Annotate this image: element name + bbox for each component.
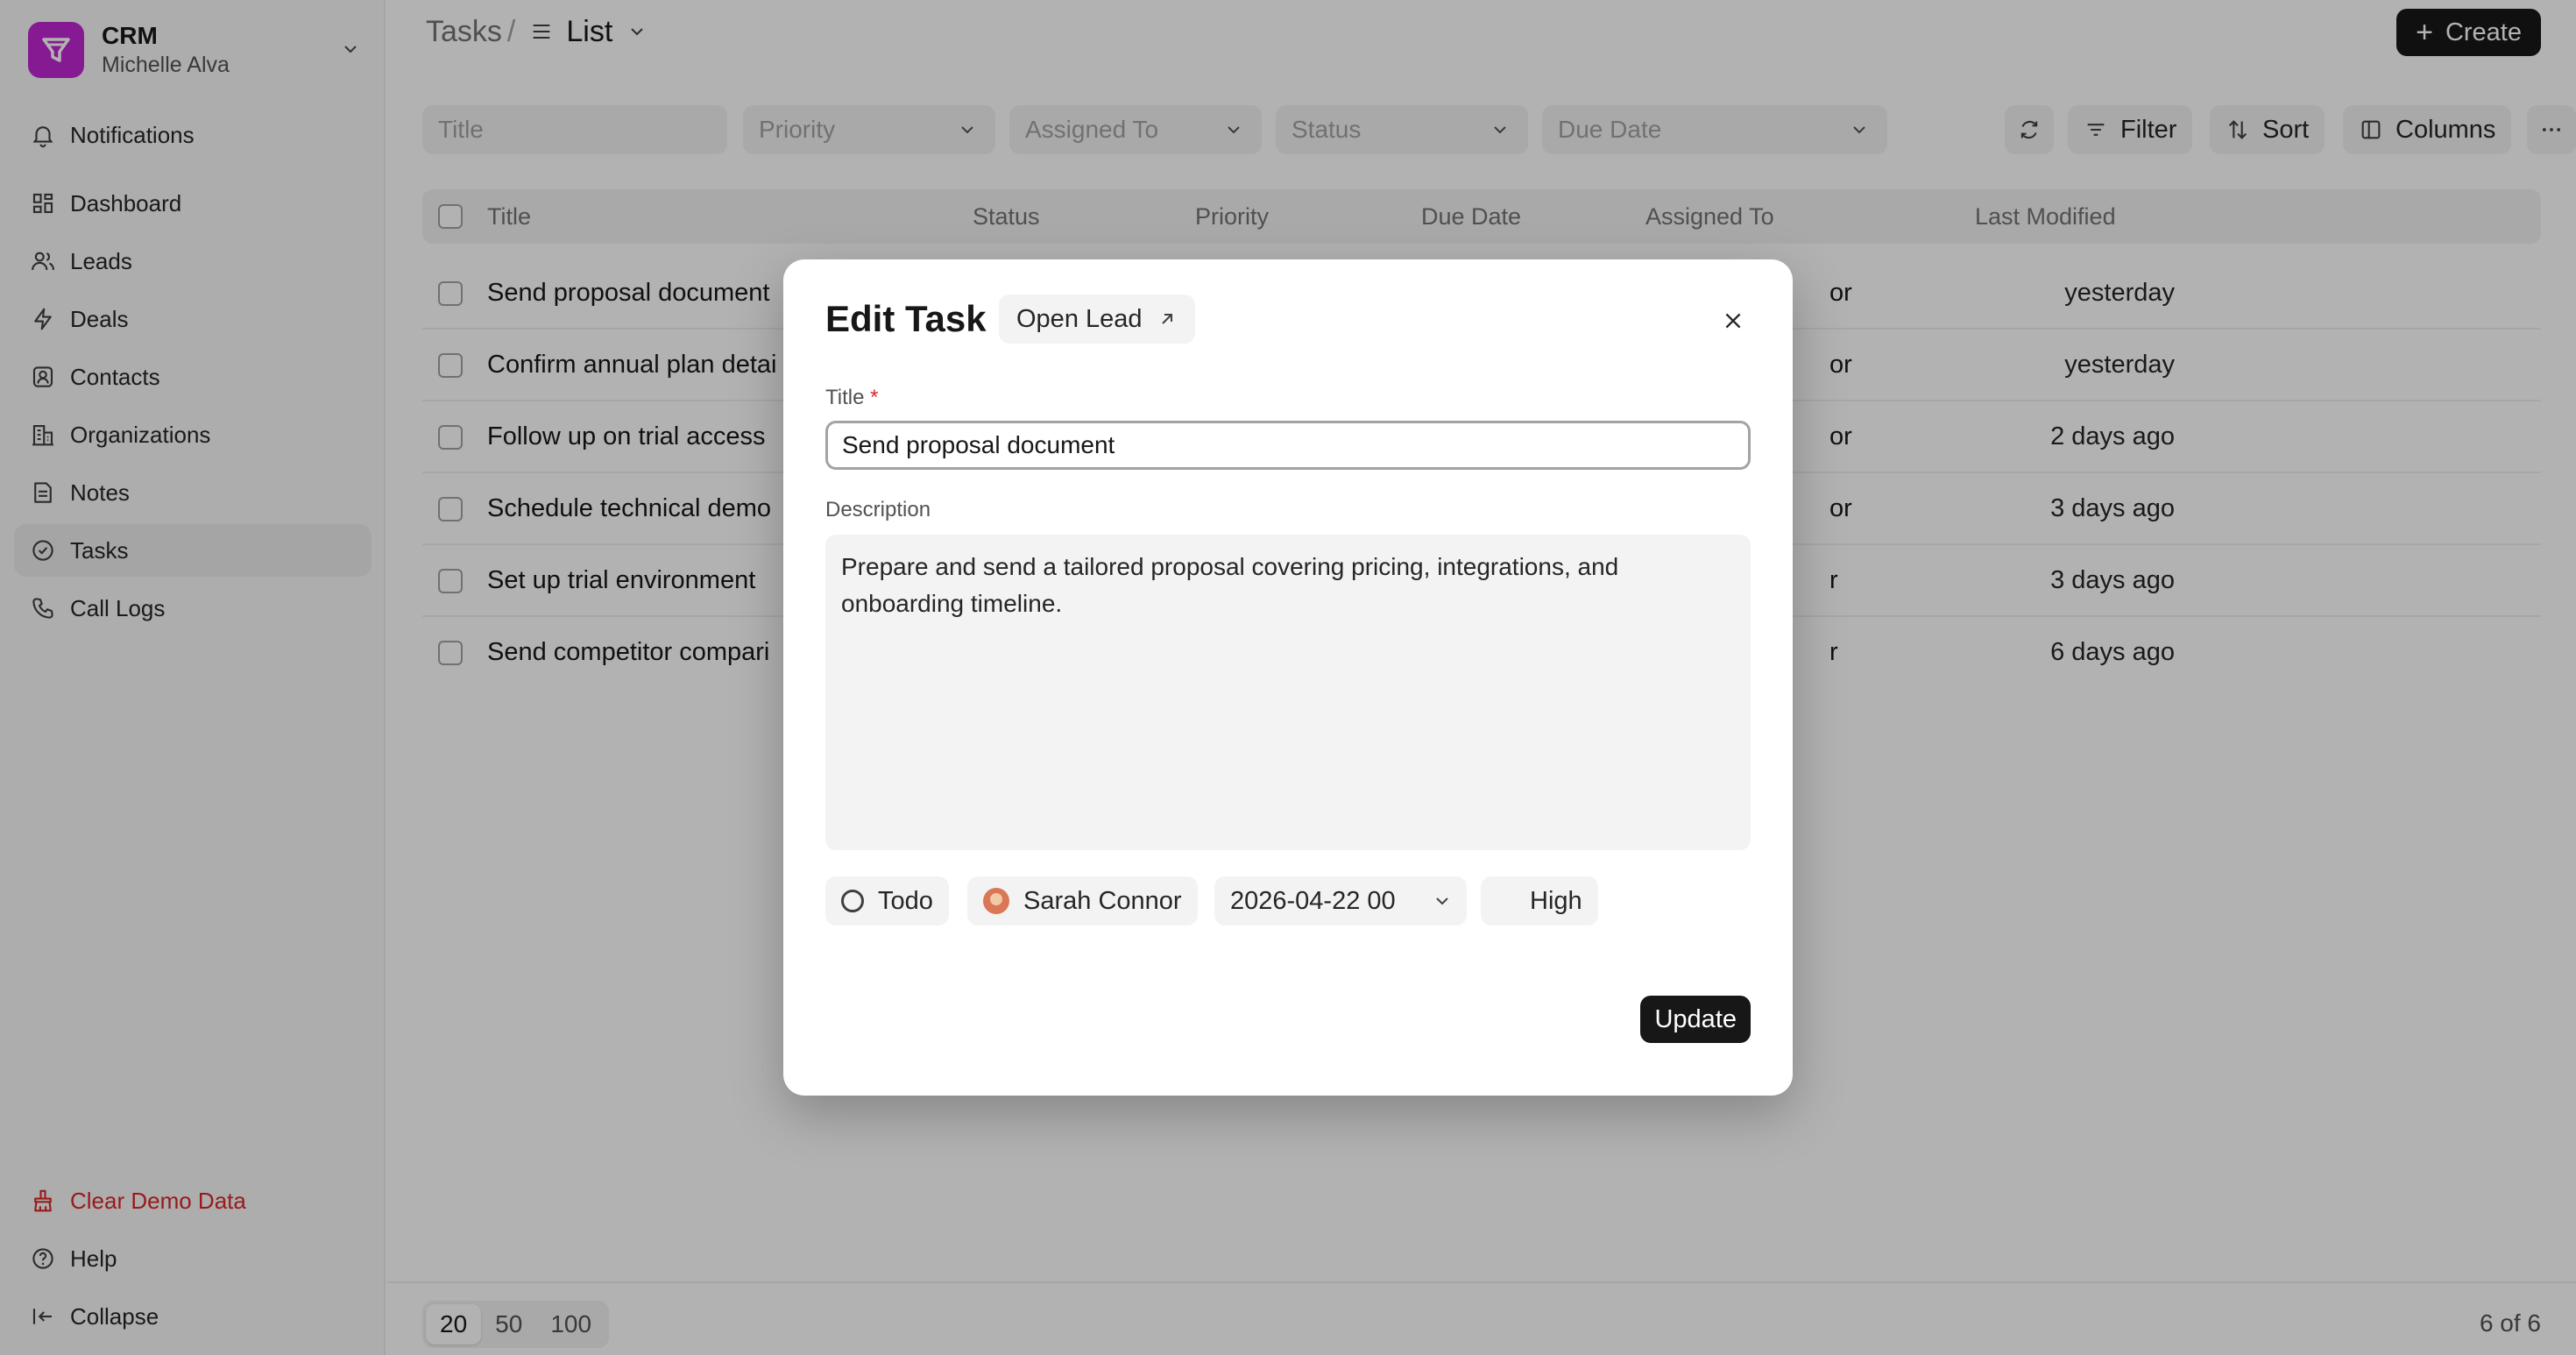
close-icon [1725,313,1741,329]
title-input[interactable]: Send proposal document [825,421,1751,470]
update-button[interactable]: Update [1640,996,1751,1043]
assignee-selector[interactable]: Sarah Connor [967,876,1198,926]
open-lead-button[interactable]: Open Lead [999,294,1195,344]
dialog-title: Edit Task [825,298,987,339]
todo-status-icon [841,890,864,912]
due-date-picker[interactable]: 2026-04-22 00 [1214,876,1467,926]
close-button[interactable] [1716,303,1751,338]
edit-task-dialog: Edit Task Open Lead Title * Send proposa… [783,259,1793,1096]
avatar [983,888,1009,914]
title-field-label: Title * [825,386,879,409]
status-selector[interactable]: Todo [825,876,949,926]
description-textarea[interactable]: Prepare and send a tailored proposal cov… [825,535,1751,850]
chevron-down-icon [1436,897,1448,905]
description-field-label: Description [825,498,931,521]
priority-selector[interactable]: High [1481,876,1598,926]
external-link-icon [1161,314,1172,324]
required-mark: * [870,386,879,409]
